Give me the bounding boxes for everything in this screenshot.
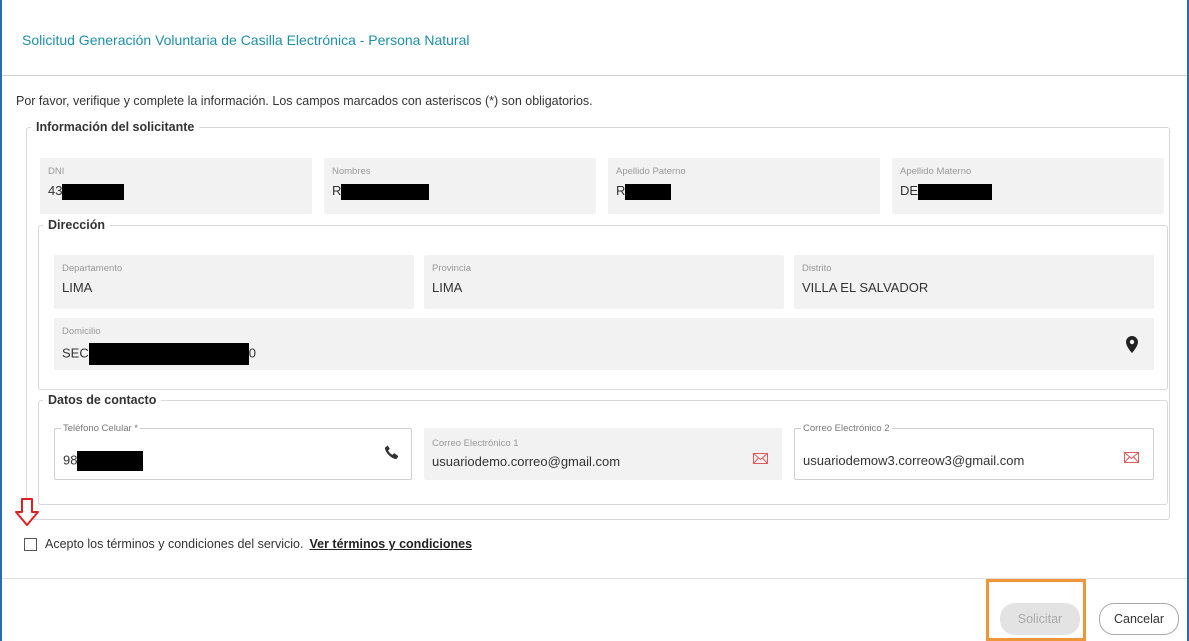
redaction [88,343,249,365]
redaction [341,183,430,200]
email2-field[interactable]: Correo Electrónico 2 usuariodemow3.corre… [794,423,1154,480]
departamento-label: Departamento [62,263,123,274]
provincia-field: Provincia LIMA [424,255,784,309]
phone-icon [383,443,401,461]
terms-checkbox[interactable] [24,537,37,551]
nombres-field: Nombres R [324,158,596,214]
mail-icon [752,452,768,464]
domicilio-value: SEC [62,345,89,361]
terms-label: Acepto los términos y condiciones del se… [45,537,304,551]
email2-label: Correo Electrónico 2 [801,423,892,434]
terms-link[interactable]: Ver términos y condiciones [309,537,472,551]
intro-text: Por favor, verifique y complete la infor… [16,94,593,108]
dni-field: DNI 43 [40,158,312,214]
location-pin-icon[interactable] [1124,334,1140,354]
phone-field[interactable]: Teléfono Celular * 98 [54,423,412,480]
provincia-label: Provincia [432,263,472,274]
departamento-value: LIMA [62,280,93,295]
email1-value: usuariodemo.correo@gmail.com [432,454,621,469]
dni-label: DNI [48,166,65,177]
domicilio-label: Domicilio [62,326,101,337]
distrito-value: VILLA EL SALVADOR [802,280,929,295]
mail-icon [1123,451,1139,463]
dni-value: 43 [48,183,63,198]
redaction [77,451,144,471]
apellido-materno-label: Apellido Materno [900,166,972,177]
apellido-paterno-value: R [616,183,626,198]
domicilio-value-end: 0 [248,345,256,361]
phone-label: Teléfono Celular * [61,423,140,434]
contact-legend: Datos de contacto [48,393,157,407]
redaction [62,183,125,200]
apellido-paterno-field: Apellido Paterno R [608,158,880,214]
provincia-value: LIMA [432,280,463,295]
arrow-down-icon [14,498,40,531]
distrito-label: Distrito [802,263,832,274]
dialog-title: Solicitud Generación Voluntaria de Casil… [22,32,470,48]
nombres-value: R [332,183,342,198]
nombres-label: Nombres [332,166,371,177]
cancel-button[interactable]: Cancelar [1099,603,1179,635]
applicant-legend: Información del solicitante [36,120,195,134]
redaction [918,183,993,200]
redaction [625,183,672,200]
email2-value: usuariodemow3.correow3@gmail.com [803,453,1025,468]
submit-button[interactable]: Solicitar [1000,603,1080,635]
email1-label: Correo Electrónico 1 [432,438,519,449]
terms-row: Acepto los términos y condiciones del se… [24,537,472,551]
domicilio-field: Domicilio SEC 0 [54,318,1154,370]
title-divider [2,75,1187,76]
distrito-field: Distrito VILLA EL SALVADOR [794,255,1154,309]
phone-value: 98 [63,452,78,468]
departamento-field: Departamento LIMA [54,255,414,309]
address-legend: Dirección [48,218,105,232]
email1-field: Correo Electrónico 1 usuariodemo.correo@… [424,428,782,480]
apellido-paterno-label: Apellido Paterno [616,166,686,177]
apellido-materno-field: Apellido Materno DE [892,158,1164,214]
apellido-materno-value: DE [900,183,919,198]
